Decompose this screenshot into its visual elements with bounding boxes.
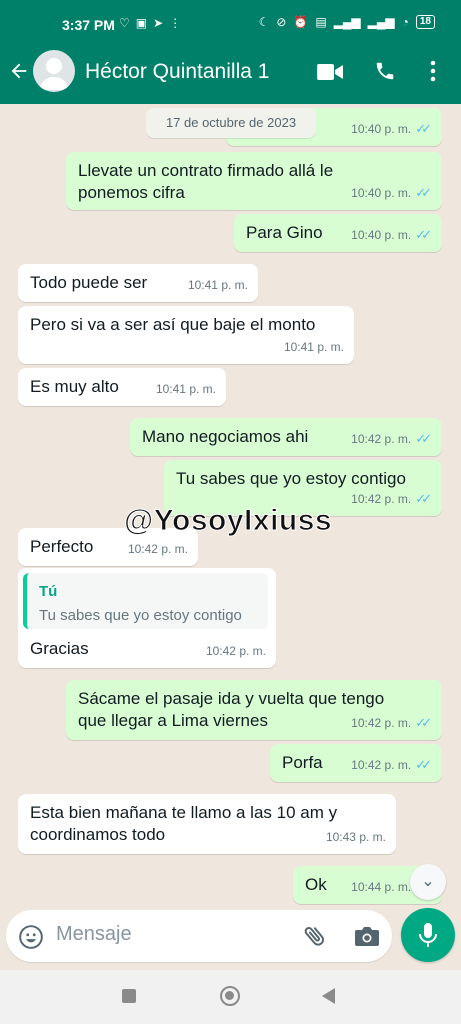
status-time: 3:37 PM <box>62 17 115 33</box>
mic-button[interactable] <box>401 908 455 962</box>
message-text: Esta bien mañana te llamo a las 10 am y <box>30 803 338 822</box>
home-button[interactable] <box>220 986 240 1006</box>
read-ticks-icon: ✓✓ <box>415 185 432 200</box>
message-time: 10:42 p. m. <box>127 542 188 556</box>
date-chip: 17 de octubre de 2023 <box>146 108 316 138</box>
read-ticks-icon: ✓✓ <box>415 227 432 242</box>
alarm-icon: ⏰ <box>293 15 309 29</box>
status-bar: 3:37 PM ♡ ▣ ➤ ⋮ ☾ ⊘ ⏰ ▤ ▂▄▆ ▂▄▆ ◔ 18 <box>0 0 461 44</box>
mic-icon <box>419 923 437 947</box>
message-text: Sácame el pasaje ida y vuelta que tengo <box>78 689 385 708</box>
message-time: 10:41 p. m. <box>187 278 248 292</box>
message-time: 10:42 p. m. <box>351 492 412 506</box>
read-ticks-icon: ✓✓ <box>415 491 432 506</box>
avatar[interactable] <box>33 50 75 92</box>
message-composer <box>6 910 392 962</box>
recents-button[interactable] <box>122 989 136 1003</box>
message-time: 10:42 p. m. <box>351 758 412 772</box>
message-time: 10:40 p. m. <box>351 186 412 200</box>
message-bubble-incoming[interactable]: Pero si va a ser así que baje el monto 1… <box>18 306 354 364</box>
message-text: Para Gino <box>246 223 323 242</box>
heart-pulse-icon: ♡ <box>119 16 130 30</box>
message-time: 10:42 p. m. <box>351 716 412 730</box>
camera-icon[interactable] <box>354 924 380 953</box>
message-text: Pero si va a ser así que baje el monto <box>30 315 316 334</box>
message-bubble-incoming[interactable]: Esta bien mañana te llamo a las 10 am y … <box>18 794 396 854</box>
chevron-double-down-icon: ⌄ <box>421 873 435 890</box>
message-text: ponemos cifra <box>78 183 185 202</box>
message-bubble-outgoing[interactable]: Porfa 10:42 p. m. ✓✓ <box>270 744 442 782</box>
chat-header: Héctor Quintanilla 1 <box>0 44 461 104</box>
wifi-icon: ◔ <box>401 15 409 29</box>
back-arrow-icon[interactable] <box>8 60 30 86</box>
read-ticks-icon: ✓✓ <box>415 757 432 772</box>
message-text: Ok <box>305 875 327 894</box>
read-ticks-icon: ✓✓ <box>415 431 432 446</box>
message-text: Porfa <box>282 753 323 772</box>
read-ticks-icon: ✓✓ <box>415 715 432 730</box>
message-bubble-outgoing[interactable]: Sácame el pasaje ida y vuelta que tengo … <box>66 680 442 740</box>
moon-icon: ☾ <box>258 15 270 29</box>
watermark-text: @YosoyIxiuss <box>123 504 333 538</box>
message-input[interactable] <box>56 923 286 946</box>
video-call-icon[interactable] <box>317 62 343 87</box>
message-time: 10:40 p. m. <box>351 228 412 242</box>
scroll-to-bottom-button[interactable]: ⌄ <box>410 864 446 900</box>
quoted-message[interactable]: Tú Tu sabes que yo estoy contigo <box>23 573 268 629</box>
battery-icon: 18 <box>415 15 435 29</box>
more-dots-icon: ⋮ <box>169 16 182 30</box>
message-bubble-outgoing[interactable]: Para Gino 10:40 p. m. ✓✓ <box>234 214 442 252</box>
message-bubble-outgoing[interactable]: Llevate un contrato firmado allá le pone… <box>66 152 442 210</box>
quote-author: Tú <box>39 583 58 600</box>
read-ticks-icon: ✓✓ <box>415 121 432 136</box>
message-text: que llegar a Lima viernes <box>78 711 268 730</box>
message-text: Llevate un contrato firmado allá le <box>78 161 334 180</box>
quote-text: Tu sabes que yo estoy contigo <box>39 607 242 624</box>
emoji-icon[interactable] <box>18 924 44 955</box>
message-bubble-incoming[interactable]: Todo puede ser 10:41 p. m. <box>18 264 258 302</box>
message-time: 10:42 p. m. <box>351 432 412 446</box>
message-time: 10:42 p. m. <box>205 644 266 658</box>
message-text: Es muy alto <box>30 377 119 396</box>
message-time: 10:41 p. m. <box>155 382 216 396</box>
signal-icon: ▂▄▆ <box>367 15 395 29</box>
message-time: 10:41 p. m. <box>283 340 344 354</box>
volte-icon: ▤ <box>315 15 327 29</box>
message-bubble-incoming-reply[interactable]: Tú Tu sabes que yo estoy contigo Gracias… <box>18 568 276 668</box>
mute-icon: ⊘ <box>276 15 287 29</box>
message-bubble-incoming[interactable]: Es muy alto 10:41 p. m. <box>18 368 226 406</box>
attach-icon[interactable] <box>302 923 328 954</box>
back-button[interactable] <box>322 988 335 1004</box>
phone-icon[interactable] <box>374 60 396 87</box>
chat-area[interactable]: 10:40 p. m. ✓✓ 17 de octubre de 2023 Lle… <box>0 104 461 910</box>
signal-icon: ▂▄▆ <box>333 15 361 29</box>
message-time: 10:44 p. m. <box>351 880 412 894</box>
system-nav-bar <box>0 970 461 1024</box>
message-text: Gracias <box>30 639 89 658</box>
more-vertical-icon[interactable] <box>429 60 437 87</box>
message-text: Perfecto <box>30 537 94 556</box>
message-bubble-outgoing[interactable]: Mano negociamos ahi 10:42 p. m. ✓✓ <box>130 418 442 456</box>
message-text: Todo puede ser <box>30 273 148 292</box>
message-text: Tu sabes que yo estoy contigo <box>176 469 406 488</box>
gallery-icon: ▣ <box>135 16 148 30</box>
message-text: coordinamos todo <box>30 825 166 844</box>
message-time: 10:40 p. m. <box>351 122 412 136</box>
contact-name[interactable]: Héctor Quintanilla 1 <box>85 60 269 84</box>
message-time: 10:43 p. m. <box>325 830 386 844</box>
message-text: Mano negociamos ahi <box>142 427 309 446</box>
telegram-icon: ➤ <box>153 16 164 30</box>
